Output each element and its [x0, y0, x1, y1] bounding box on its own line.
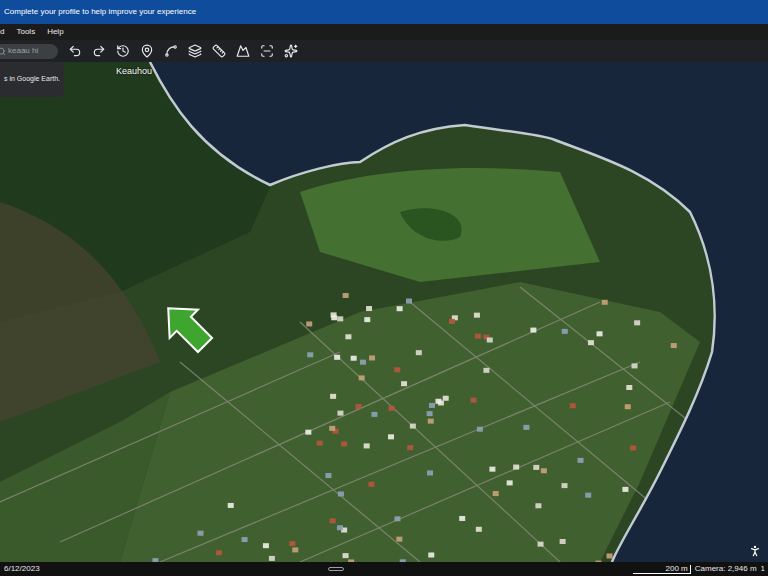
- pegman-icon[interactable]: [748, 544, 762, 558]
- imagery-date: 6/12/2023: [4, 563, 40, 575]
- status-bar: 6/12/2023 200 m Camera: 2,946 m 1: [0, 562, 768, 576]
- status-extra: 1: [761, 563, 768, 575]
- google-earth-window: Complete your profile to help improve yo…: [0, 0, 768, 576]
- menu-item[interactable]: d: [0, 26, 4, 38]
- undo-icon[interactable]: [68, 44, 82, 58]
- history-icon[interactable]: [116, 44, 130, 58]
- profile-banner[interactable]: Complete your profile to help improve yo…: [0, 0, 768, 24]
- search-icon: [0, 47, 6, 56]
- satellite-map[interactable]: [0, 62, 768, 562]
- capture-icon[interactable]: [260, 44, 274, 58]
- side-panel: s in Google Earth.: [0, 62, 64, 97]
- map-label: Keauhou: [116, 65, 152, 79]
- arrow-annotation-icon: [154, 294, 219, 359]
- path-icon[interactable]: [164, 44, 178, 58]
- toolbar: keaau hi: [0, 40, 768, 62]
- menu-bar: d Tools Help: [0, 24, 768, 40]
- ruler-icon[interactable]: [212, 44, 226, 58]
- sparkle-icon[interactable]: [284, 44, 298, 58]
- redo-icon[interactable]: [92, 44, 106, 58]
- placemark-icon[interactable]: [140, 44, 154, 58]
- camera-altitude: Camera: 2,946 m: [695, 563, 757, 575]
- menu-item[interactable]: Tools: [16, 26, 35, 38]
- scale-bar: 200 m: [633, 565, 691, 574]
- menu-item[interactable]: Help: [47, 26, 63, 38]
- map-view[interactable]: s in Google Earth. Keauhou: [0, 62, 768, 562]
- search-field[interactable]: keaau hi: [0, 44, 58, 59]
- layers-icon[interactable]: [188, 44, 202, 58]
- terrain-icon[interactable]: [236, 44, 250, 58]
- handle-icon[interactable]: [328, 567, 344, 571]
